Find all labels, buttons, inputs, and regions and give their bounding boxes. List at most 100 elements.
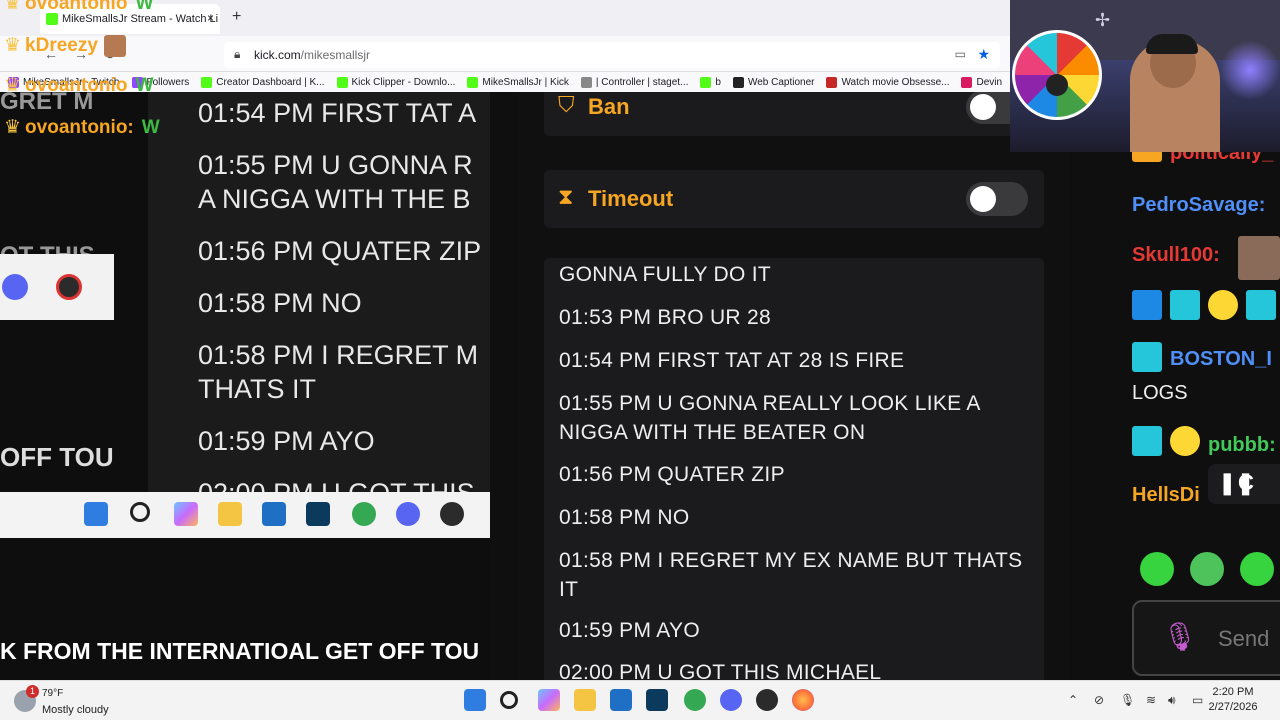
store-icon[interactable] (610, 689, 632, 711)
chat-username[interactable]: politically_ (1170, 152, 1273, 165)
copilot-icon[interactable] (538, 689, 560, 711)
banana-emote-icon (1208, 290, 1238, 320)
streamer-cap (1146, 34, 1198, 54)
timeout-setting-row: ⧗ Timeout (544, 170, 1044, 228)
og-badge-icon (1132, 342, 1162, 372)
lock-icon: 🔒︎ (234, 47, 241, 61)
bookmark-item[interactable]: b (700, 76, 721, 88)
banana-emote-icon (1170, 426, 1200, 456)
chrome-icon (352, 502, 376, 526)
tab-close-icon[interactable]: × (207, 11, 214, 25)
bookmark-item[interactable]: Creator Dashboard | K... (201, 76, 325, 88)
crown-icon: ♛ (4, 0, 22, 14)
bookmark-favicon-icon (201, 76, 213, 88)
discord-icon[interactable] (720, 689, 742, 711)
bookmark-star-icon[interactable]: ★ (977, 46, 990, 63)
notification-badge: 1 (26, 685, 39, 698)
chat-username[interactable]: PedroSavage: (1132, 194, 1265, 217)
bookmark-label: Kick Clipper - Downlo... (351, 76, 456, 88)
send-button[interactable]: Send (1218, 626, 1269, 652)
webcam-light (1220, 40, 1280, 100)
windows-start-icon (84, 502, 108, 526)
bookmark-label: Watch movie Obsesse... (841, 76, 950, 88)
chat-username[interactable]: HellsDi (1132, 484, 1200, 507)
bookmark-label: Web Captioner (747, 76, 815, 88)
chrome-icon[interactable] (684, 689, 706, 711)
file-explorer-icon[interactable] (574, 689, 596, 711)
chat-message: LOGS (1132, 382, 1188, 404)
microphone-icon[interactable]: 🎙︎ (1120, 693, 1135, 707)
green-emote-icon (1140, 552, 1174, 586)
mirror-caption-line: 01:58 PM NO (198, 288, 362, 318)
love-emote-icon (1190, 552, 1224, 586)
obs-icon[interactable] (756, 689, 778, 711)
timeout-toggle[interactable] (966, 182, 1028, 216)
mirror-caption-line: 01:58 PM I REGRET M THATS IT (198, 340, 479, 404)
chat-username[interactable]: pubbb: (1208, 434, 1276, 457)
prize-wheel-hub (1046, 74, 1068, 96)
moderator-badge-icon (1132, 290, 1162, 320)
ban-setting-row: ⛉ Ban (544, 92, 1044, 136)
new-tab-icon[interactable]: + (232, 8, 241, 26)
app-icon (306, 502, 330, 526)
bookmark-favicon-icon (467, 76, 479, 88)
bookmark-item[interactable]: Kick Clipper - Downlo... (336, 76, 456, 88)
overlay-chat-name: kDreezy (25, 35, 98, 56)
mirror-caption-line: 01:59 PM AYO (198, 426, 375, 456)
search-icon[interactable] (500, 691, 518, 709)
pause-chat-button[interactable]: ❚❚ C (1208, 464, 1280, 504)
tray-overflow-icon[interactable]: ⌃ (1068, 693, 1078, 707)
clock[interactable]: 2:20 PM 2/27/2026 (1198, 685, 1268, 715)
windows-start-icon[interactable] (464, 689, 486, 711)
overlay-chat-row: ♛ ovoantonio W (4, 0, 153, 15)
address-bar[interactable]: 🔒︎ kick.com/mikesmallsjr ▭ ★ (224, 42, 1000, 68)
bookmark-item[interactable]: Web Captioner (732, 76, 815, 88)
bookmark-favicon-icon (732, 76, 744, 88)
hourglass-icon: ⧗ (558, 184, 574, 209)
chat-input[interactable]: 🎙︎ Send (1132, 600, 1280, 676)
toggle-knob (970, 186, 996, 212)
caption-log-line: 02:00 PM U GOT THIS MICHAEL (559, 661, 882, 680)
search-icon (130, 502, 150, 522)
moderation-panel: ⛉ Ban ⧗ Timeout GONNA FULLY DO IT 01:53 P… (518, 92, 1070, 680)
bookmark-label: | Controller | staget... (595, 76, 689, 88)
app-icon[interactable] (646, 689, 668, 711)
bookmark-favicon-icon (961, 76, 973, 88)
chat-username[interactable]: Skull100: (1132, 244, 1220, 267)
shield-icon: ⛉ (558, 92, 575, 117)
chat-username[interactable]: BOSTON_I (1170, 348, 1272, 371)
app-icon-card (0, 254, 114, 320)
bookmark-favicon-icon (580, 76, 592, 88)
bookmark-item[interactable]: MikeSmallsJr | Kick (467, 76, 569, 88)
firefox-icon[interactable] (792, 689, 814, 711)
side-text-bottom: OFF TOU (0, 442, 114, 472)
ban-label: Ban (588, 94, 630, 119)
overlay-chat-name: ovoantonio (25, 0, 128, 14)
volume-icon[interactable]: 🔊︎ (1168, 693, 1176, 708)
w-emote-icon: W (135, 75, 154, 96)
microphone-icon[interactable]: 🎙︎ (1162, 620, 1198, 653)
caption-log-line: 01:54 PM FIRST TAT AT 28 IS FIRE (559, 349, 905, 372)
timeout-label: Timeout (588, 186, 674, 211)
reader-view-icon[interactable]: ▭ (955, 47, 966, 61)
bookmark-item[interactable]: Watch movie Obsesse... (826, 76, 950, 88)
caption-log-line: 01:58 PM I REGRET MY EX NAME BUT THATS I… (559, 549, 1023, 601)
weather-temp: 79°F (42, 688, 64, 699)
overlay-chat-name: ovoantonio: (25, 117, 134, 138)
og-badge-icon (1170, 290, 1200, 320)
caption-log-line: 01:58 PM NO (559, 506, 690, 529)
wifi-icon[interactable]: ≋ (1146, 693, 1156, 707)
caption-log-line: 01:59 PM AYO (559, 619, 700, 642)
obs-icon (56, 274, 82, 300)
copilot-icon (174, 502, 198, 526)
weather-widget[interactable]: 1 79°F Mostly cloudy (14, 685, 134, 718)
chat-avatar-emote (1238, 236, 1280, 280)
url-path: /mikesmallsjr (300, 48, 371, 62)
stream-chat: politically_ PedroSavage: Skull100: BOST… (1098, 152, 1280, 680)
bookmark-favicon-icon (700, 76, 712, 88)
bookmark-item[interactable]: Devin (961, 76, 1002, 88)
network-off-icon[interactable]: ⊘ (1094, 693, 1104, 707)
url-text[interactable]: kick.com/mikesmallsjr (254, 48, 370, 62)
bookmark-item[interactable]: | Controller | staget... (580, 76, 689, 88)
w-emote-icon: W (135, 0, 154, 14)
